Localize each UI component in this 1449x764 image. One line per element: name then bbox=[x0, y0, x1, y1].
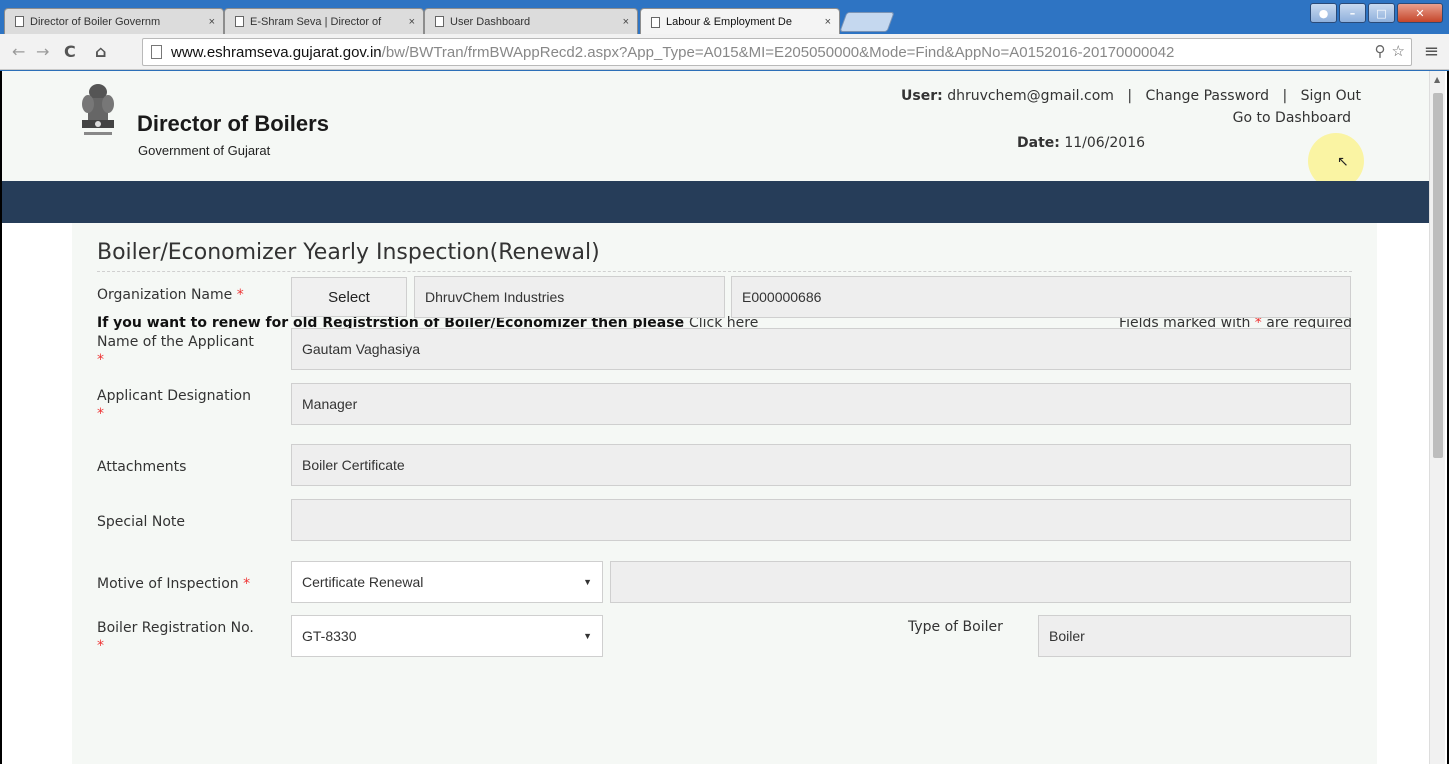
attachments-field[interactable]: Boiler Certificate bbox=[291, 444, 1351, 486]
required-star: * bbox=[97, 406, 104, 422]
selected-value: Certificate Renewal bbox=[302, 574, 424, 590]
browser-tab-3[interactable]: User Dashboard × bbox=[424, 8, 638, 34]
label-text: Name of the Applicant bbox=[97, 334, 254, 350]
select-organization-button[interactable]: Select bbox=[291, 277, 407, 317]
date-label: Date: bbox=[1017, 135, 1060, 151]
tab-title: E-Shram Seva | Director of bbox=[250, 15, 382, 28]
minimize-icon[interactable]: – bbox=[1339, 3, 1366, 23]
tab-title: Director of Boiler Governm bbox=[30, 15, 161, 28]
document-icon bbox=[435, 16, 444, 27]
type-of-boiler-field[interactable]: Boiler bbox=[1038, 615, 1351, 657]
browser-tab-1[interactable]: Director of Boiler Governm × bbox=[4, 8, 224, 34]
menu-icon[interactable]: ≡ bbox=[1424, 41, 1439, 62]
brand-title: Director of Boilers bbox=[137, 111, 329, 136]
user-email: dhruvchem@gmail.com bbox=[947, 88, 1114, 104]
scroll-thumb[interactable] bbox=[1433, 93, 1443, 458]
motive-of-inspection-label: Motive of Inspection * bbox=[97, 576, 250, 592]
organization-name-label: Organization Name * bbox=[97, 287, 244, 303]
back-arrow-icon[interactable]: ← bbox=[12, 42, 25, 61]
special-note-label: Special Note bbox=[97, 514, 186, 530]
separator: | bbox=[1127, 88, 1133, 104]
user-bar: User: dhruvchem@gmail.com | Change Passw… bbox=[901, 88, 1361, 104]
tab-close-icon[interactable]: × bbox=[209, 16, 215, 28]
attachments-label: Attachments bbox=[97, 459, 187, 475]
change-password-link[interactable]: Change Password bbox=[1146, 88, 1269, 104]
organization-name-field[interactable]: DhruvChem Industries bbox=[414, 276, 725, 318]
zoom-icon[interactable]: ⚲ bbox=[1375, 42, 1386, 60]
type-of-boiler-label: Type of Boiler bbox=[908, 619, 1003, 635]
applicant-designation-label: Applicant Designation * bbox=[97, 387, 251, 423]
dropdown-caret-icon: ▼ bbox=[583, 631, 592, 641]
browser-tab-active[interactable]: Labour & Employment De × bbox=[640, 8, 840, 35]
required-star: * bbox=[97, 352, 104, 368]
browser-tab-2[interactable]: E-Shram Seva | Director of × bbox=[224, 8, 424, 34]
scroll-up-icon[interactable]: ▲ bbox=[1434, 75, 1440, 84]
date-value: 11/06/2016 bbox=[1064, 135, 1146, 151]
document-icon bbox=[15, 16, 24, 27]
required-star: * bbox=[97, 638, 104, 654]
tab-title: User Dashboard bbox=[450, 15, 531, 28]
star-icon[interactable]: ☆ bbox=[1392, 42, 1405, 60]
motive-of-inspection-select[interactable]: Certificate Renewal ▼ bbox=[291, 561, 603, 603]
tab-close-icon[interactable]: × bbox=[409, 16, 415, 28]
applicant-name-label: Name of the Applicant * bbox=[97, 333, 254, 369]
page-icon bbox=[151, 45, 162, 59]
title-divider bbox=[97, 271, 1352, 272]
dropdown-caret-icon: ▼ bbox=[583, 577, 592, 587]
motive-extra-field[interactable] bbox=[610, 561, 1351, 603]
reload-icon[interactable]: C bbox=[64, 42, 76, 61]
browser-toolbar: ← → C ⌂ www.eshramseva.gujarat.gov.in/bw… bbox=[0, 34, 1449, 70]
date-display: Date: 11/06/2016 bbox=[1017, 135, 1145, 151]
url-path: /bw/BWTran/frmBWAppRecd2.aspx?App_Type=A… bbox=[381, 43, 1175, 61]
special-note-field[interactable] bbox=[291, 499, 1351, 541]
close-window-icon[interactable]: ✕ bbox=[1397, 3, 1443, 23]
address-bar[interactable]: www.eshramseva.gujarat.gov.in/bw/BWTran/… bbox=[142, 38, 1412, 66]
tab-close-icon[interactable]: × bbox=[623, 16, 629, 28]
document-icon bbox=[651, 16, 660, 28]
vertical-scrollbar[interactable]: ▲ bbox=[1429, 71, 1445, 764]
separator: | bbox=[1282, 88, 1288, 104]
form-panel: Boiler/Economizer Yearly Inspection(Rene… bbox=[72, 223, 1377, 764]
site-header: Director of Boilers Government of Gujara… bbox=[2, 71, 1433, 189]
sign-out-link[interactable]: Sign Out bbox=[1301, 88, 1361, 104]
label-text: Boiler Registration No. bbox=[97, 620, 254, 636]
go-to-dashboard-link[interactable]: Go to Dashboard bbox=[1233, 110, 1351, 126]
url-host: www.eshramseva.gujarat.gov.in bbox=[171, 43, 382, 61]
applicant-name-field[interactable]: Gautam Vaghasiya bbox=[291, 328, 1351, 370]
boiler-registration-select[interactable]: GT-8330 ▼ bbox=[291, 615, 603, 657]
tab-close-icon[interactable]: × bbox=[825, 16, 831, 28]
brand-subtitle: Government of Gujarat bbox=[138, 143, 271, 158]
forward-arrow-icon[interactable]: → bbox=[36, 42, 49, 61]
page-viewport: Director of Boilers Government of Gujara… bbox=[0, 71, 1449, 764]
applicant-designation-field[interactable]: Manager bbox=[291, 383, 1351, 425]
home-icon[interactable]: ⌂ bbox=[95, 42, 106, 61]
tab-strip: Director of Boiler Governm × E-Shram Sev… bbox=[0, 0, 1449, 35]
label-text: Organization Name bbox=[97, 287, 233, 303]
new-tab-button[interactable] bbox=[839, 12, 895, 32]
state-emblem-icon bbox=[82, 84, 114, 135]
tab-title: Labour & Employment De bbox=[666, 16, 792, 28]
required-star: * bbox=[236, 287, 244, 303]
user-label: User: bbox=[901, 88, 943, 104]
selected-value: GT-8330 bbox=[302, 628, 357, 644]
maximize-icon[interactable]: □ bbox=[1368, 3, 1395, 23]
mouse-pointer-icon: ↖ bbox=[1337, 154, 1349, 170]
required-star: * bbox=[243, 576, 251, 592]
page-title: Boiler/Economizer Yearly Inspection(Rene… bbox=[97, 240, 600, 265]
label-text: Applicant Designation bbox=[97, 388, 251, 404]
boiler-registration-label: Boiler Registration No. * bbox=[97, 619, 254, 655]
document-icon bbox=[235, 16, 244, 27]
user-icon[interactable]: ● bbox=[1310, 3, 1337, 23]
nav-band bbox=[2, 181, 1433, 223]
window-controls: ● – □ ✕ bbox=[1310, 3, 1443, 23]
label-text: Motive of Inspection bbox=[97, 576, 239, 592]
organization-code-field[interactable]: E000000686 bbox=[731, 276, 1351, 318]
